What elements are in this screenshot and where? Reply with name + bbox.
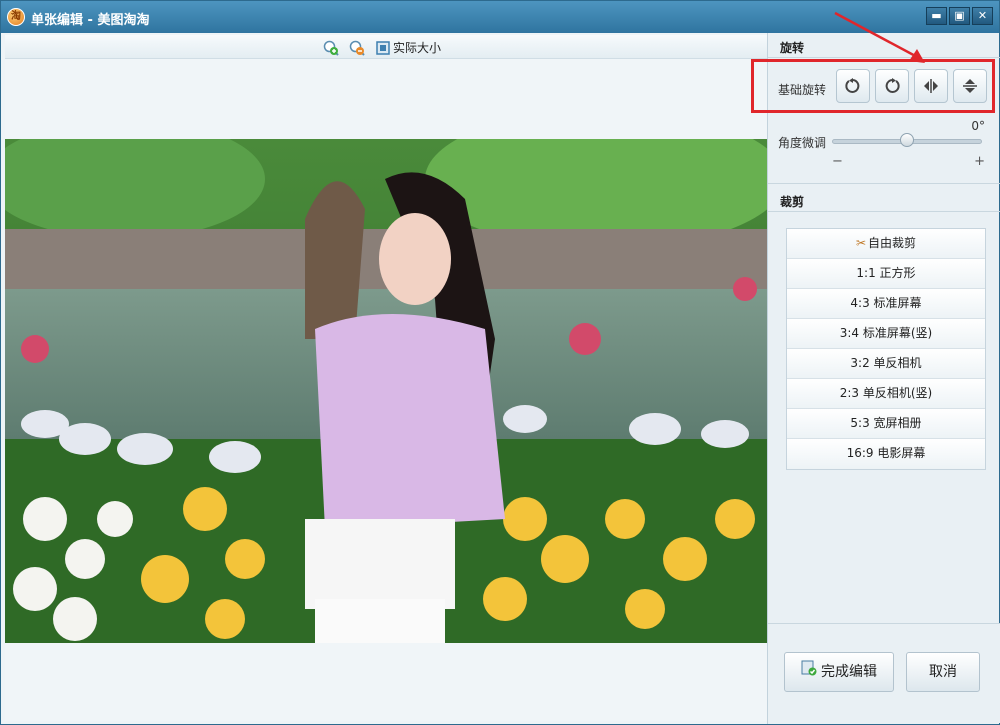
edit-sidebar: 旋转 基础旋转 角度微调 0° − + 裁剪 ✂ 自由裁剪 1:1 正方形 4:3… bbox=[767, 33, 1000, 724]
divider bbox=[768, 183, 1000, 184]
image-canvas: 实际大小 bbox=[5, 35, 767, 721]
app-logo-icon: 淘 bbox=[7, 8, 25, 26]
scissors-icon: ✂ bbox=[855, 236, 867, 250]
fine-tune-label: 角度微调 bbox=[778, 136, 827, 150]
cancel-button[interactable]: 取消 bbox=[906, 652, 980, 692]
close-button[interactable]: ✕ bbox=[972, 7, 993, 25]
crop-4-3-button[interactable]: 4:3 标准屏幕 bbox=[787, 289, 985, 319]
crop-16-9-button[interactable]: 16:9 电影屏幕 bbox=[787, 439, 985, 469]
slider-minus-label: − bbox=[832, 154, 843, 169]
done-label: 完成编辑 bbox=[821, 664, 877, 680]
crop-3-2-button[interactable]: 3:2 单反相机 bbox=[787, 349, 985, 379]
crop-5-3-button[interactable]: 5:3 宽屏相册 bbox=[787, 409, 985, 439]
zoom-in-icon[interactable] bbox=[323, 40, 339, 56]
window-title: 单张编辑 - 美图淘淘 bbox=[31, 13, 150, 28]
divider bbox=[768, 211, 1000, 212]
crop-2-3-button[interactable]: 2:3 单反相机(竖) bbox=[787, 379, 985, 409]
rotate-section-title: 旋转 bbox=[780, 41, 805, 55]
crop-3-4-button[interactable]: 3:4 标准屏幕(竖) bbox=[787, 319, 985, 349]
crop-section-title: 裁剪 bbox=[780, 195, 805, 209]
actual-size-icon bbox=[375, 40, 391, 56]
actual-size-label: 实际大小 bbox=[393, 41, 442, 55]
action-bar: 完成编辑 取消 bbox=[768, 623, 1000, 723]
angle-slider-thumb[interactable] bbox=[900, 133, 914, 147]
crop-item-label: 自由裁剪 bbox=[868, 236, 917, 250]
edited-photo[interactable] bbox=[5, 139, 767, 643]
slider-plus-label: + bbox=[974, 154, 985, 169]
crop-free-button[interactable]: ✂ 自由裁剪 bbox=[787, 229, 985, 259]
zoom-out-icon[interactable] bbox=[349, 40, 365, 56]
crop-1-1-button[interactable]: 1:1 正方形 bbox=[787, 259, 985, 289]
done-button[interactable]: 完成编辑 bbox=[784, 652, 894, 692]
maximize-button[interactable]: ▣ bbox=[949, 7, 970, 25]
actual-size-button[interactable]: 实际大小 bbox=[375, 39, 441, 56]
annotation-arrow-icon bbox=[834, 11, 925, 63]
editor-window: 淘 单张编辑 - 美图淘淘 ▬ ▣ ✕ 实际大小 旋转 基础旋转 角度微调 0°… bbox=[0, 0, 1000, 725]
view-toolbar: 实际大小 bbox=[5, 35, 767, 59]
angle-value: 0° bbox=[971, 119, 985, 133]
crop-options-list: ✂ 自由裁剪 1:1 正方形 4:3 标准屏幕 3:4 标准屏幕(竖) 3:2 单… bbox=[786, 228, 986, 470]
done-icon bbox=[801, 653, 817, 691]
